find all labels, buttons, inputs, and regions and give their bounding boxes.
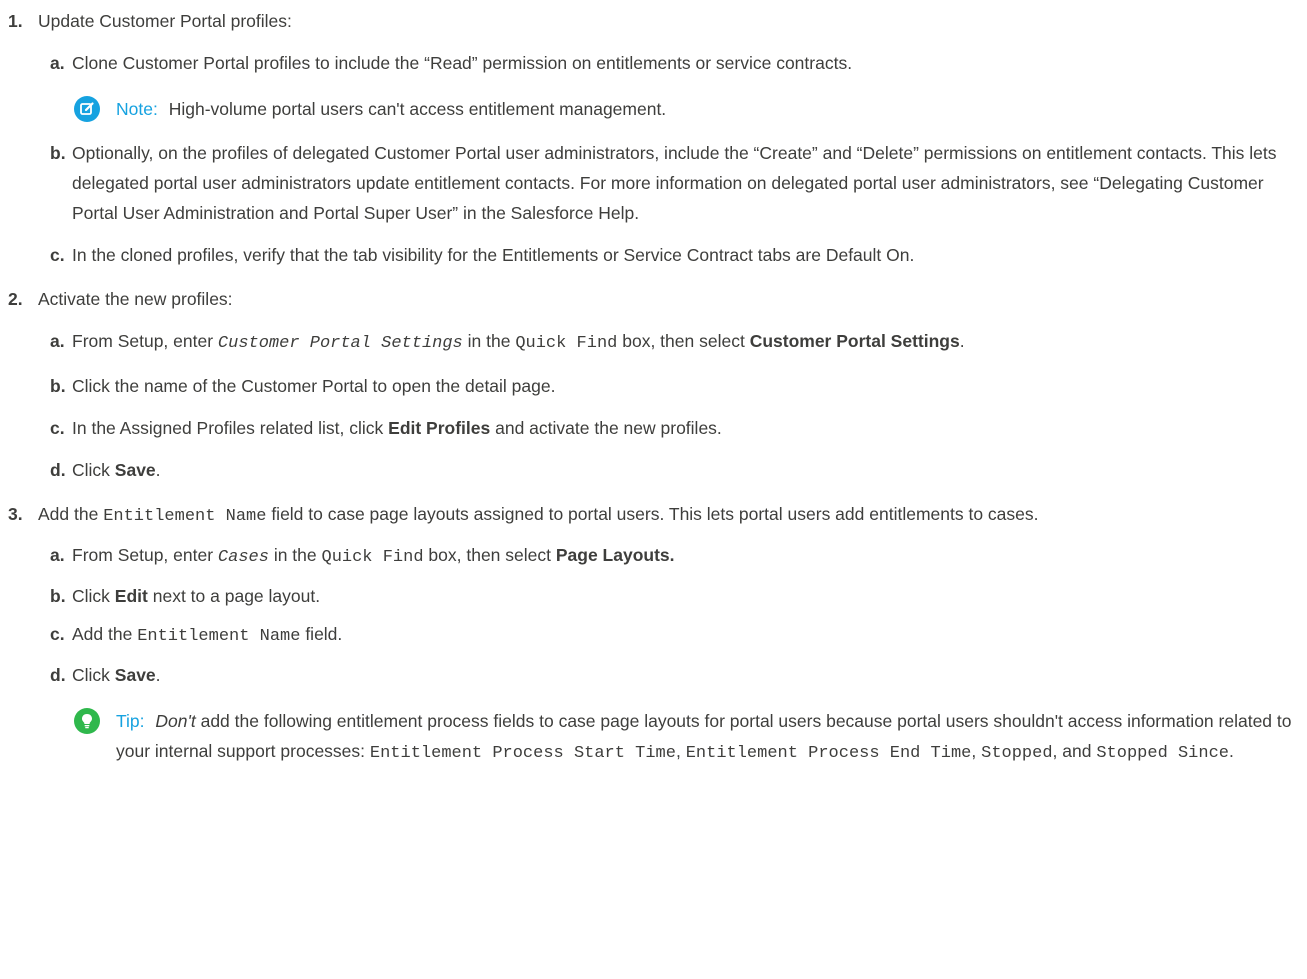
lightbulb-icon: [74, 708, 100, 734]
substep-letter: c.: [50, 624, 65, 644]
substep-2b: b. Click the name of the Customer Portal…: [38, 371, 1307, 401]
code-text: Stopped: [981, 744, 1053, 763]
text-part: .: [155, 460, 161, 480]
code-text: Entitlement Process End Time: [685, 744, 972, 763]
text-part: .: [959, 331, 965, 351]
step-number: 3.: [8, 504, 23, 524]
substep-3b: b. Click Edit next to a page layout.: [38, 581, 1307, 611]
tip-callout: Tip: Don't add the following entitlement…: [74, 706, 1307, 769]
substep-text: Click the name of the Customer Portal to…: [72, 376, 556, 396]
ui-label: Customer Portal Settings: [749, 331, 960, 351]
step-number: 1.: [8, 11, 23, 31]
text-part: field to case page layouts assigned to p…: [271, 504, 1039, 524]
substep-letter: d.: [50, 460, 66, 480]
substep-1c: c. In the cloned profiles, verify that t…: [38, 240, 1307, 270]
text-part: Add the: [72, 624, 133, 644]
ui-label: Save: [114, 460, 156, 480]
step-text: Add the Entitlement Name field to case p…: [38, 499, 1307, 532]
text-part: Click: [72, 460, 110, 480]
substep-2a: a. From Setup, enter Customer Portal Set…: [38, 326, 1307, 359]
substep-2d: d. Click Save.: [38, 455, 1307, 485]
text-part: In the Assigned Profiles related list, c…: [72, 418, 384, 438]
step-3: 3. Add the Entitlement Name field to cas…: [0, 499, 1307, 769]
step-text: Activate the new profiles:: [38, 289, 233, 309]
text-part: .: [1228, 741, 1234, 761]
ui-label: Save: [114, 665, 156, 685]
text-part: ,: [675, 741, 681, 761]
edit-note-icon: [74, 96, 100, 122]
text-part: and activate the new profiles.: [495, 418, 722, 438]
code-text: Entitlement Process Start Time: [369, 744, 676, 763]
text-part: , and: [1052, 741, 1092, 761]
text-part: From Setup, enter: [72, 545, 214, 565]
substep-3a: a. From Setup, enter Cases in the Quick …: [38, 540, 1307, 573]
substep-letter: b.: [50, 586, 66, 606]
note-label: Note:: [116, 99, 158, 119]
substep-3d: d. Click Save.: [38, 660, 1307, 690]
substep-text: In the cloned profiles, verify that the …: [72, 245, 915, 265]
substep-letter: b.: [50, 376, 66, 396]
text-part: Add the: [38, 504, 99, 524]
text-part: Click: [72, 586, 110, 606]
code-text: Entitlement Name: [137, 627, 301, 646]
substep-letter: b.: [50, 143, 66, 163]
code-text: Quick Find: [321, 548, 424, 567]
text-part: box, then select: [428, 545, 551, 565]
text-part: Click: [72, 665, 110, 685]
document-body: 1. Update Customer Portal profiles: a. C…: [0, 6, 1307, 783]
emphasis-text: Don't: [155, 711, 196, 731]
text-part: box, then select: [622, 331, 745, 351]
ui-label: Page Layouts.: [555, 545, 675, 565]
text-part: field.: [305, 624, 343, 644]
substep-2c: c. In the Assigned Profiles related list…: [38, 413, 1307, 443]
step-2: 2. Activate the new profiles: a. From Se…: [0, 284, 1307, 485]
code-text: Cases: [217, 548, 269, 567]
substep-1a: a. Clone Customer Portal profiles to inc…: [38, 48, 1307, 78]
ui-label: Edit Profiles: [388, 418, 491, 438]
step-text: Update Customer Portal profiles:: [38, 11, 292, 31]
code-text: Entitlement Name: [103, 507, 267, 526]
text-part: in the: [273, 545, 317, 565]
ui-label: Edit: [114, 586, 148, 606]
note-callout: Note: High-volume portal users can't acc…: [74, 94, 1307, 124]
code-text: Customer Portal Settings: [217, 334, 463, 353]
substep-letter: a.: [50, 545, 65, 565]
text-part: in the: [467, 331, 511, 351]
text-part: .: [155, 665, 161, 685]
substep-1b: b. Optionally, on the profiles of delega…: [38, 138, 1307, 228]
code-text: Quick Find: [515, 334, 618, 353]
substep-letter: a.: [50, 53, 65, 73]
substep-letter: a.: [50, 331, 65, 351]
substep-letter: c.: [50, 418, 65, 438]
tip-label: Tip:: [116, 711, 145, 731]
substep-letter: c.: [50, 245, 65, 265]
text-part: From Setup, enter: [72, 331, 214, 351]
text-part: ,: [971, 741, 977, 761]
text-part: next to a page layout.: [152, 586, 321, 606]
substep-text: Optionally, on the profiles of delegated…: [72, 143, 1277, 223]
step-number: 2.: [8, 289, 23, 309]
step-1: 1. Update Customer Portal profiles: a. C…: [0, 6, 1307, 270]
substep-text: Clone Customer Portal profiles to includ…: [72, 53, 853, 73]
substep-letter: d.: [50, 665, 66, 685]
code-text: Stopped Since: [1096, 744, 1229, 763]
note-text: High-volume portal users can't access en…: [168, 99, 667, 119]
substep-3c: c. Add the Entitlement Name field.: [38, 619, 1307, 652]
